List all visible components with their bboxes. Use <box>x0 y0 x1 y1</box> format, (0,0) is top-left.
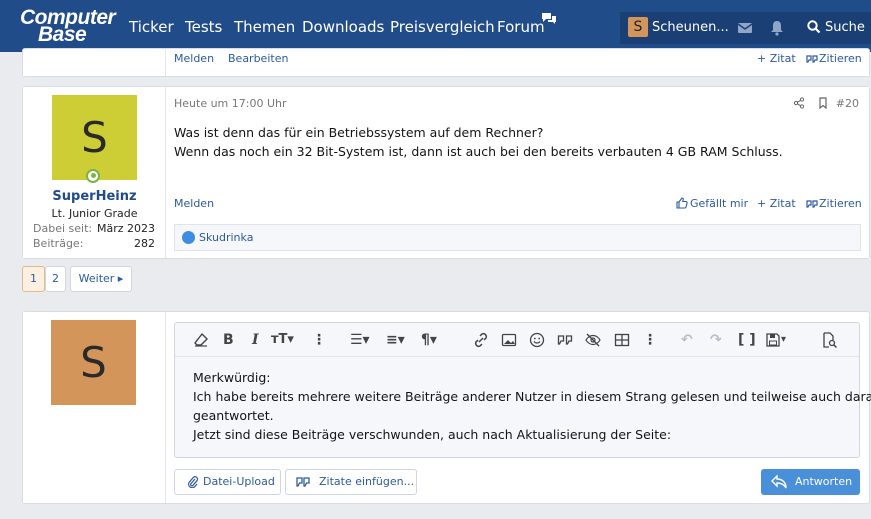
bell-icon[interactable] <box>769 20 785 36</box>
post-number[interactable]: #20 <box>836 97 859 110</box>
reply-arrow-icon <box>771 475 787 489</box>
editor-line-2: Ich habe bereits mehrere weitere Beiträg… <box>193 389 871 404</box>
joined-value: März 2023 <box>96 222 155 235</box>
share-icon[interactable] <box>793 97 805 109</box>
nav-preisvergleich[interactable]: Preisvergleich <box>390 18 495 36</box>
previous-post-main: Melden Bearbeiten + Zitat Zitieren <box>166 49 869 76</box>
page-1-button[interactable]: 1 <box>22 266 45 292</box>
quote-add-link[interactable]: + Zitat <box>757 197 796 210</box>
editor-content[interactable]: Merkwürdig: Ich habe bereits mehrere wei… <box>193 368 871 444</box>
eraser-icon[interactable] <box>193 332 209 348</box>
search-icon <box>807 20 821 34</box>
quote-reply-link[interactable]: Zitieren <box>819 197 862 210</box>
report-link[interactable]: Melden <box>174 52 214 65</box>
quote-icon <box>806 55 818 63</box>
reply-avatar: S <box>51 320 136 405</box>
more-vertical-icon[interactable]: ⋮ <box>312 332 326 348</box>
file-upload-label: Datei-Upload <box>203 475 275 488</box>
posts-value: 282 <box>134 237 155 250</box>
drafts-save-icon[interactable] <box>765 332 781 348</box>
editor-toolbar: B I тТ▾ ⋮ ☰▾ ≡▾ ¶▾ ⋮ ↶ ↷ [] ▾ <box>175 323 859 357</box>
thumbs-up-icon <box>676 197 688 209</box>
nav-downloads[interactable]: Downloads <box>302 18 384 36</box>
reply-user-col: S <box>23 312 166 503</box>
reaction-user[interactable]: Skudrinka <box>199 231 253 244</box>
link-icon[interactable] <box>473 332 489 348</box>
list-icon[interactable]: ☰▾ <box>350 332 370 348</box>
insert-quotes-label: Zitate einfügen... <box>319 475 415 488</box>
post-main: Heute um 17:00 Uhr #20 Was ist denn das … <box>166 87 869 258</box>
align-icon[interactable]: ≡▾ <box>386 332 405 348</box>
reply-submit-label: Antworten <box>795 475 853 488</box>
bookmark-icon[interactable] <box>817 97 829 109</box>
logo-text-line2: Base <box>38 23 87 46</box>
reply-submit-button[interactable]: Antworten <box>761 469 860 495</box>
insert-quotes-button[interactable]: Zitate einfügen... <box>285 469 417 495</box>
nav-ticker[interactable]: Ticker <box>129 18 174 36</box>
quote-add-link[interactable]: + Zitat <box>757 52 796 65</box>
post-body: Was ist denn das für ein Betriebssystem … <box>174 123 783 161</box>
smiley-icon[interactable] <box>529 332 545 348</box>
image-icon[interactable] <box>501 332 517 348</box>
bbcode-toggle-icon[interactable]: [ ] <box>738 332 756 348</box>
nav-tests[interactable]: Tests <box>185 18 222 36</box>
previous-post-user-col <box>23 49 166 76</box>
drafts-dropdown-icon[interactable]: ▾ <box>781 332 786 348</box>
edit-link[interactable]: Bearbeiten <box>228 52 288 65</box>
chat-bubbles-icon <box>542 13 556 24</box>
user-name[interactable]: Scheunen... <box>652 20 729 35</box>
paragraph-icon[interactable]: ¶▾ <box>421 332 437 348</box>
quote-reply-link[interactable]: Zitieren <box>819 52 862 65</box>
more-options-icon[interactable]: ⋮ <box>643 332 657 348</box>
report-link[interactable]: Melden <box>174 197 214 210</box>
next-page-button[interactable]: Weiter ▸ <box>70 266 132 292</box>
nav-forum[interactable]: Forum <box>497 18 545 36</box>
file-upload-button[interactable]: Datei-Upload <box>174 469 281 495</box>
editor-line-1: Merkwürdig: <box>193 370 271 385</box>
quote-icon <box>296 477 310 487</box>
quote-icon <box>806 200 818 208</box>
posts-label: Beiträge: <box>33 237 84 250</box>
author-name[interactable]: SuperHeinz <box>23 189 166 204</box>
reply-editor[interactable]: B I тТ▾ ⋮ ☰▾ ≡▾ ¶▾ ⋮ ↶ ↷ [] ▾ Merkwürdi… <box>174 322 871 458</box>
joined-label: Dabei seit: <box>33 222 93 235</box>
top-navigation: Computer Base Ticker Tests Themen Downlo… <box>0 0 871 52</box>
bold-icon[interactable]: B <box>223 332 234 348</box>
search-label: Suche <box>825 20 865 35</box>
previous-post: Melden Bearbeiten + Zitat Zitieren <box>22 48 870 77</box>
preview-icon[interactable] <box>821 332 837 348</box>
undo-icon[interactable]: ↶ <box>681 332 693 348</box>
post-line-2: Wenn das noch ein 32 Bit-System ist, dan… <box>174 144 783 159</box>
spoiler-eye-icon[interactable] <box>585 332 601 348</box>
envelope-icon[interactable] <box>737 20 753 36</box>
author-rank: Lt. Junior Grade <box>51 207 138 220</box>
author-avatar[interactable]: S <box>52 95 137 180</box>
site-logo[interactable]: Computer Base <box>20 6 116 46</box>
editor-line-4: Jetzt sind diese Beiträge verschwunden, … <box>193 427 672 442</box>
post-line-1: Was ist denn das für ein Betriebssystem … <box>174 125 544 140</box>
redo-icon[interactable]: ↷ <box>710 332 722 348</box>
nav-themen[interactable]: Themen <box>234 18 295 36</box>
reactions-bar[interactable]: Skudrinka <box>174 224 861 251</box>
italic-icon[interactable]: I <box>252 332 259 348</box>
like-link[interactable]: Gefällt mir <box>690 197 748 210</box>
quote-icon[interactable] <box>557 332 573 348</box>
page-2-button[interactable]: 2 <box>45 266 66 292</box>
post-date[interactable]: Heute um 17:00 Uhr <box>174 97 287 110</box>
online-status-icon <box>86 169 100 183</box>
paperclip-icon <box>188 476 199 488</box>
editor-line-3: geantwortet. <box>193 408 274 423</box>
table-icon[interactable] <box>614 332 630 348</box>
text-size-icon[interactable]: тТ▾ <box>271 332 294 348</box>
user-avatar[interactable]: S <box>628 17 648 37</box>
post-20: S SuperHeinz Lt. Junior Grade Dabei seit… <box>22 86 870 259</box>
like-reaction-icon <box>182 231 195 244</box>
post-user-col: S SuperHeinz Lt. Junior Grade Dabei seit… <box>23 87 166 258</box>
search-button[interactable]: Suche <box>797 12 871 44</box>
